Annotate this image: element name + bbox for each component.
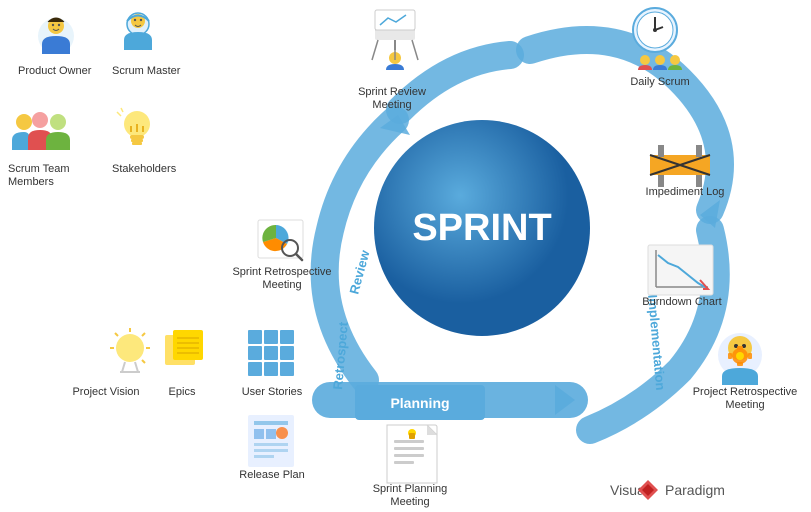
user-stories-label: User Stories: [242, 386, 303, 398]
sprint-retrospective-item: [258, 220, 303, 260]
svg-text:Members: Members: [8, 176, 54, 188]
sprint-text: SPRINT: [412, 207, 551, 249]
project-vision-icon: [110, 328, 150, 372]
svg-text:Meeting: Meeting: [725, 399, 764, 411]
user-stories-icon: [248, 330, 294, 376]
sprint-review-label: Sprint Review: [358, 86, 426, 98]
sprint-retrospective-label: Sprint Retrospective: [232, 266, 331, 278]
release-plan-icon: [248, 415, 294, 467]
impediment-log-label: Impediment Log: [646, 186, 725, 198]
svg-text:Meeting: Meeting: [390, 496, 429, 508]
stakeholders-icon: [117, 108, 150, 145]
project-retrospective-item: [718, 333, 762, 385]
product-owner-label: Product Owner: [18, 65, 92, 77]
sprint-planning-icon: [387, 425, 437, 483]
release-plan-label: Release Plan: [239, 469, 304, 481]
epics-icon: [165, 330, 203, 365]
stakeholders-label: Stakeholders: [112, 163, 177, 175]
sprint-review-item: [372, 10, 418, 70]
scrum-master-label: Scrum Master: [112, 65, 181, 77]
svg-text:Meeting: Meeting: [372, 99, 411, 111]
vp-brand-text: Paradigm: [665, 482, 725, 498]
planning-label: Planning: [390, 395, 449, 411]
scrum-master-icon: [124, 13, 152, 50]
sprint-planning-label: Sprint Planning: [373, 483, 448, 495]
svg-text:Meeting: Meeting: [262, 279, 301, 291]
impediment-log-item: [650, 145, 710, 187]
top-arc: [400, 55, 510, 110]
daily-scrum-item: [633, 8, 682, 70]
scrum-team-label: Scrum Team: [8, 163, 70, 175]
burndown-chart-label: Burndown Chart: [642, 296, 722, 308]
daily-scrum-label: Daily Scrum: [630, 76, 689, 88]
project-vision-label: Project Vision: [72, 386, 139, 398]
implementation-label: Implementation: [645, 294, 668, 391]
product-owner-icon: [38, 18, 74, 54]
epics-label: Epics: [169, 386, 196, 398]
review-label: Review: [346, 248, 372, 296]
burndown-chart-item: [648, 245, 713, 295]
scrum-team-icon: [12, 112, 70, 150]
project-retrospective-label: Project Retrospective: [693, 386, 798, 398]
